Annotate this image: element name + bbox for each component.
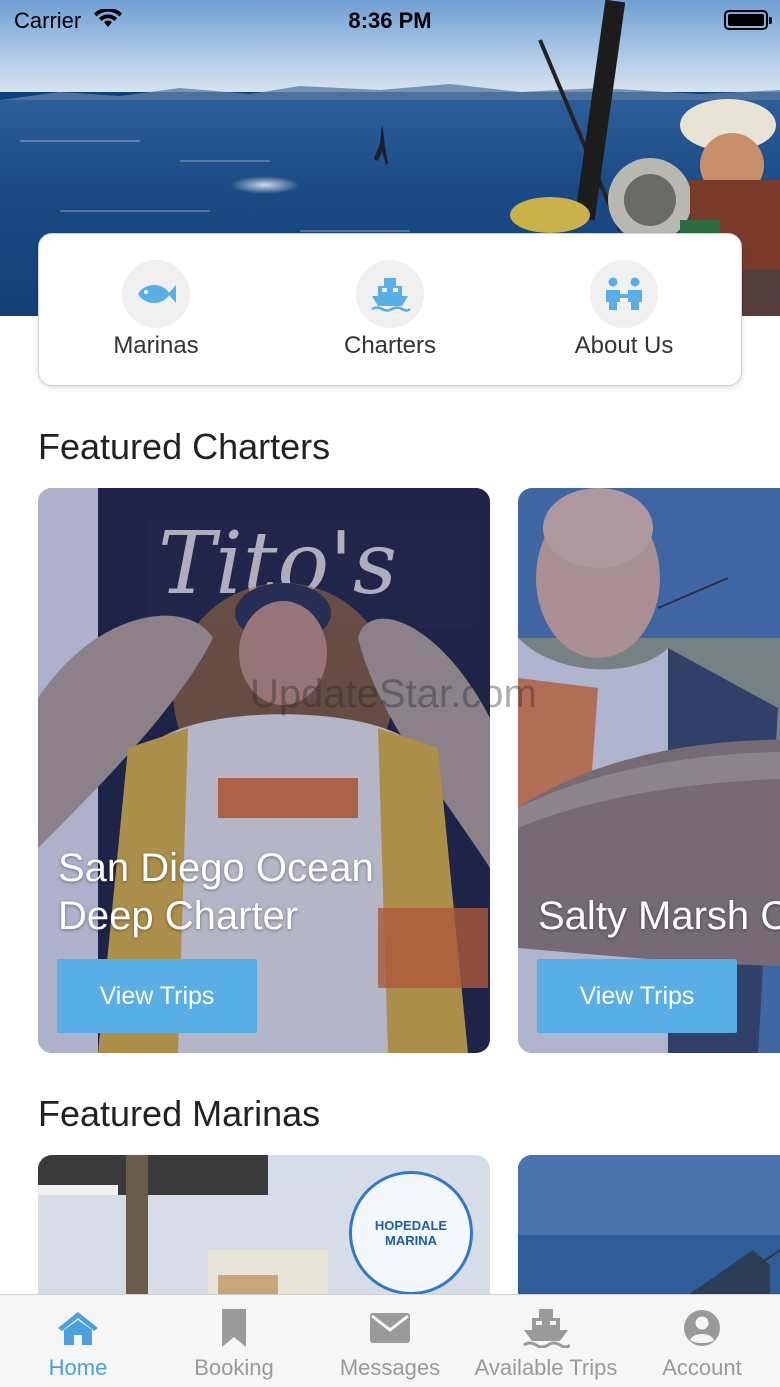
tab-bar: Home Booking Messages Available Trips Ac… — [0, 1294, 780, 1387]
charter-name: San Diego Ocean Deep Charter — [58, 846, 374, 938]
home-icon — [56, 1309, 100, 1347]
tab-account[interactable]: Account — [624, 1295, 780, 1387]
status-time: 8:36 PM — [348, 8, 432, 33]
people-icon — [590, 259, 658, 328]
bookmark-icon — [219, 1309, 249, 1347]
hero-splash — [230, 176, 300, 194]
quick-item-marinas[interactable]: Marinas — [56, 259, 256, 360]
tab-label: Available Trips — [474, 1355, 618, 1380]
charter-card[interactable]: Salty Marsh C View Trips — [518, 488, 780, 1053]
tab-label: Messages — [339, 1355, 441, 1380]
marina-logo-text: HOPEDALE MARINA — [374, 1218, 448, 1248]
hopedale-marina-logo: HOPEDALE MARINA — [349, 1171, 473, 1295]
marina-card[interactable]: HOPEDALE MARINA — [38, 1155, 490, 1295]
tab-messages[interactable]: Messages — [312, 1295, 468, 1387]
envelope-icon — [370, 1309, 410, 1347]
watermark: UpdateStar.com — [250, 672, 537, 716]
featured-charters-carousel[interactable]: Tito's San Diego Ocean Deep Charter View… — [0, 488, 780, 1053]
quick-menu: Marinas Charters About Us — [38, 233, 742, 386]
featured-charters-title: Featured Charters — [38, 426, 331, 467]
charter-name: Salty Marsh C — [538, 894, 780, 938]
tab-booking[interactable]: Booking — [156, 1295, 312, 1387]
quick-item-label: Charters — [343, 331, 437, 359]
ship-icon — [522, 1309, 570, 1348]
tab-home[interactable]: Home — [0, 1295, 156, 1387]
tab-label: Home — [48, 1355, 108, 1380]
view-trips-button[interactable]: View Trips — [537, 959, 737, 1033]
tab-label: Booking — [194, 1355, 274, 1380]
battery-icon — [724, 10, 772, 30]
quick-item-label: Marinas — [113, 331, 199, 359]
quick-item-label: About Us — [574, 331, 674, 359]
status-bar: Carrier 8:36 PM — [0, 0, 780, 40]
quick-item-about-us[interactable]: About Us — [524, 259, 724, 360]
featured-marinas-title: Featured Marinas — [38, 1093, 321, 1134]
tab-available-trips[interactable]: Available Trips — [468, 1295, 624, 1387]
tab-label: Account — [662, 1355, 742, 1380]
quick-item-charters[interactable]: Charters — [290, 259, 490, 360]
account-icon — [683, 1309, 721, 1347]
marlin-icon — [374, 125, 388, 165]
fish-icon — [122, 259, 190, 328]
marina-photo — [518, 1155, 780, 1295]
charter-card[interactable]: Tito's San Diego Ocean Deep Charter View… — [38, 488, 490, 1053]
featured-marinas-carousel[interactable]: HOPEDALE MARINA — [0, 1155, 780, 1295]
view-trips-button[interactable]: View Trips — [57, 959, 257, 1033]
boat-icon — [356, 259, 424, 328]
marina-card[interactable] — [518, 1155, 780, 1295]
